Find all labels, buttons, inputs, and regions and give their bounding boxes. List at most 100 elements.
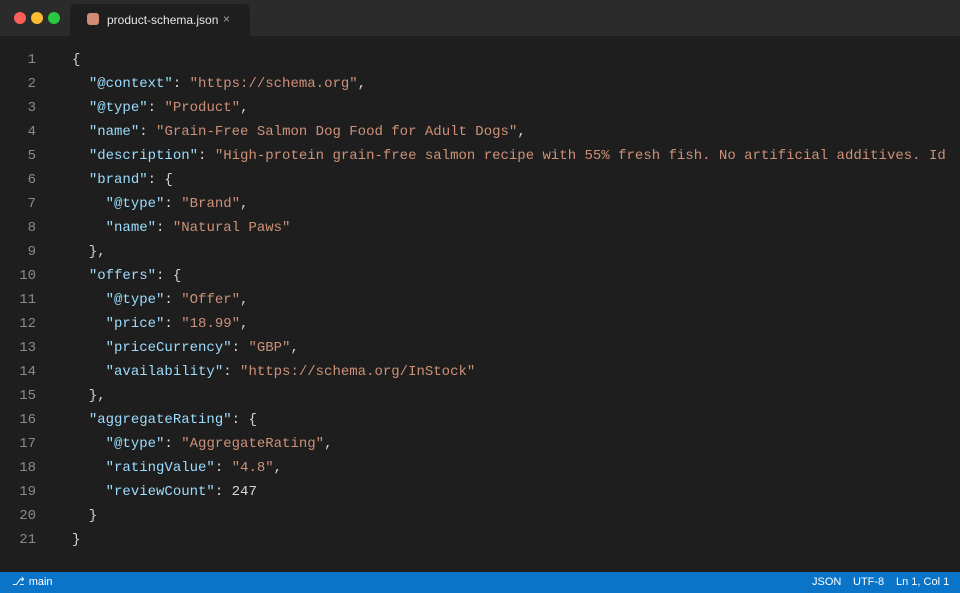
code-editor[interactable]: 1{2 "@context": "https://schema.org", 3 "… bbox=[0, 36, 960, 572]
code-line[interactable]: 11 "@type": "Offer", bbox=[0, 288, 960, 312]
code-line[interactable]: 1{ bbox=[0, 48, 960, 72]
window-minimize-button[interactable] bbox=[31, 12, 43, 24]
json-key: "aggregateRating" bbox=[88, 412, 232, 428]
line-code: "description": "High-protein grain-free … bbox=[72, 144, 946, 168]
line-code: "ratingValue": "4.8", bbox=[72, 456, 282, 480]
code-line[interactable]: 4 "name": "Grain-Free Salmon Dog Food fo… bbox=[0, 120, 960, 144]
line-number: 12 bbox=[19, 316, 36, 332]
json-punctuation: : bbox=[139, 124, 157, 140]
tab-label: product-schema.json bbox=[107, 13, 219, 27]
line-number: 17 bbox=[19, 436, 36, 452]
json-punctuation: , bbox=[240, 292, 249, 308]
code-line[interactable]: 16 "aggregateRating": { bbox=[0, 408, 960, 432]
json-punctuation: : bbox=[147, 100, 165, 116]
code-line[interactable]: 7 "@type": "Brand", bbox=[0, 192, 960, 216]
line-code: "availability": "https://schema.org/InSt… bbox=[72, 360, 476, 384]
code-line[interactable]: 2 "@context": "https://schema.org", bbox=[0, 72, 960, 96]
line-code: "@type": "Product", bbox=[72, 96, 249, 120]
line-code: { bbox=[72, 48, 80, 72]
line-code: }, bbox=[72, 240, 106, 264]
json-punctuation bbox=[72, 364, 106, 380]
json-punctuation: : bbox=[231, 340, 249, 356]
json-key: "description" bbox=[88, 148, 199, 164]
line-code: "price": "18.99", bbox=[72, 312, 249, 336]
json-string: "18.99" bbox=[181, 316, 241, 332]
code-line[interactable]: 14 "availability": "https://schema.org/I… bbox=[0, 360, 960, 384]
json-key: "@context" bbox=[88, 76, 173, 92]
line-number: 11 bbox=[19, 292, 36, 308]
json-key: "price" bbox=[105, 316, 165, 332]
code-line[interactable]: 19 "reviewCount": 247 bbox=[0, 480, 960, 504]
line-code: "@type": "Offer", bbox=[72, 288, 249, 312]
line-code: "offers": { bbox=[72, 264, 181, 288]
json-string: "https://schema.org" bbox=[189, 76, 358, 92]
cursor-position[interactable]: Ln 1, Col 1 bbox=[896, 572, 949, 593]
json-punctuation: : { bbox=[231, 412, 257, 428]
json-key: "name" bbox=[88, 124, 140, 140]
json-string: "4.8" bbox=[231, 460, 274, 476]
json-number: 247 bbox=[231, 484, 257, 500]
line-number: 1 bbox=[27, 52, 36, 68]
code-line[interactable]: 5 "description": "High-protein grain-fre… bbox=[0, 144, 960, 168]
json-key: "@type" bbox=[105, 196, 165, 212]
json-string: "GBP" bbox=[248, 340, 291, 356]
line-code: "brand": { bbox=[72, 168, 173, 192]
json-punctuation: : { bbox=[147, 172, 173, 188]
code-line[interactable]: 17 "@type": "AggregateRating", bbox=[0, 432, 960, 456]
json-punctuation: : bbox=[164, 196, 182, 212]
json-punctuation bbox=[72, 100, 89, 116]
json-punctuation: , bbox=[240, 100, 249, 116]
code-line[interactable]: 15 }, bbox=[0, 384, 960, 408]
line-code: }, bbox=[72, 384, 106, 408]
line-number: 8 bbox=[27, 220, 36, 236]
json-punctuation bbox=[72, 76, 89, 92]
json-punctuation: , bbox=[290, 340, 299, 356]
line-code: "@type": "Brand", bbox=[72, 192, 249, 216]
json-punctuation: , bbox=[273, 460, 283, 476]
git-branch-status[interactable]: ⎇ main bbox=[12, 572, 53, 593]
code-line[interactable]: 10 "offers": { bbox=[0, 264, 960, 288]
json-string: "Brand" bbox=[181, 196, 241, 212]
line-number: 2 bbox=[27, 76, 36, 92]
json-key: "availability" bbox=[105, 364, 224, 380]
file-encoding[interactable]: UTF-8 bbox=[853, 572, 884, 593]
line-number: 21 bbox=[19, 532, 36, 548]
code-line[interactable]: 12 "price": "18.99", bbox=[0, 312, 960, 336]
json-string: "Natural Paws" bbox=[172, 220, 291, 236]
json-punctuation bbox=[72, 220, 106, 236]
json-punctuation bbox=[72, 268, 89, 284]
line-code: } bbox=[72, 504, 97, 528]
code-line[interactable]: 20 } bbox=[0, 504, 960, 528]
line-number: 15 bbox=[19, 388, 36, 404]
tab-close-icon[interactable]: × bbox=[223, 12, 230, 26]
json-punctuation bbox=[72, 436, 106, 452]
json-punctuation: : bbox=[164, 316, 182, 332]
git-branch-icon: ⎇ bbox=[12, 576, 25, 588]
json-punctuation: : bbox=[156, 220, 173, 236]
json-string: "AggregateRating" bbox=[181, 436, 325, 452]
code-line[interactable]: 21} bbox=[0, 528, 960, 552]
code-line[interactable]: 8 "name": "Natural Paws" bbox=[0, 216, 960, 240]
title-bar: product-schema.json × bbox=[0, 0, 960, 36]
tab-product-schema[interactable]: product-schema.json × bbox=[70, 4, 250, 36]
json-punctuation bbox=[72, 412, 89, 428]
json-punctuation bbox=[72, 196, 106, 212]
code-line[interactable]: 3 "@type": "Product", bbox=[0, 96, 960, 120]
json-punctuation bbox=[72, 460, 106, 476]
line-number: 13 bbox=[19, 340, 36, 356]
json-string: "Grain-Free Salmon Dog Food for Adult Do… bbox=[156, 124, 518, 140]
code-line[interactable]: 6 "brand": { bbox=[0, 168, 960, 192]
window-close-button[interactable] bbox=[14, 12, 26, 24]
line-code: "aggregateRating": { bbox=[72, 408, 257, 432]
code-line[interactable]: 9 }, bbox=[0, 240, 960, 264]
json-punctuation bbox=[72, 172, 89, 188]
json-key: "name" bbox=[105, 220, 157, 236]
language-mode[interactable]: JSON bbox=[812, 572, 841, 593]
line-number: 9 bbox=[27, 244, 36, 260]
window-maximize-button[interactable] bbox=[48, 12, 60, 24]
line-number: 3 bbox=[27, 100, 36, 116]
line-number: 14 bbox=[19, 364, 36, 380]
code-line[interactable]: 13 "priceCurrency": "GBP", bbox=[0, 336, 960, 360]
code-line[interactable]: 18 "ratingValue": "4.8", bbox=[0, 456, 960, 480]
json-punctuation: : bbox=[223, 364, 241, 380]
